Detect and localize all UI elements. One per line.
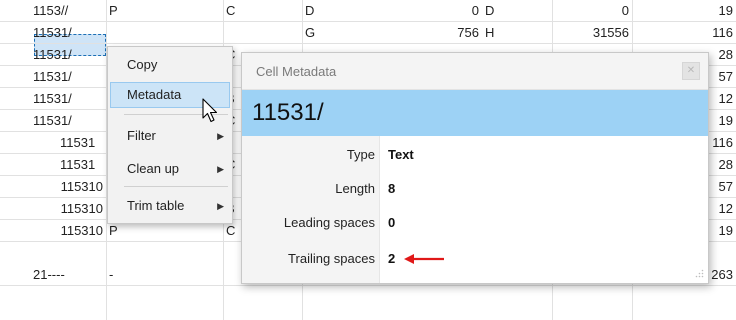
panel-title: Cell Metadata [256,64,337,79]
table-row[interactable]: 11531/ G 756 H 31556 116 [0,22,736,44]
grid-cell[interactable]: 11531/ [30,88,106,110]
grid-cell[interactable]: 1153// [30,0,106,22]
grid-cell[interactable]: - [106,264,223,286]
table-row[interactable]: 1153// P C 0 D 0 19 D [0,0,736,22]
menu-item-label: Clean up [127,161,180,176]
grid-cell[interactable]: 11531/ [30,44,106,66]
menu-item-trim-table[interactable]: Trim table ▶ [110,193,230,219]
close-icon[interactable]: ✕ [682,62,700,80]
menu-item-label: Trim table [127,198,185,213]
red-arrow-icon [404,254,444,264]
metadata-row-trailing-spaces: Trailing spaces 2 [242,244,708,274]
menu-item-filter[interactable]: Filter ▶ [110,123,230,149]
mouse-pointer-icon [202,98,218,123]
metadata-row-type: Type Text [242,140,708,170]
cell-value-display: 11531/ [242,90,708,136]
metadata-row-length: Length 8 [242,174,708,204]
grid-cell[interactable]: 116 [632,22,736,44]
panel-header: Cell Metadata ✕ [242,53,708,90]
grid-cell[interactable]: 21---- [30,264,106,286]
grid-cell[interactable]: 31556 [552,22,632,44]
metadata-row-leading-spaces: Leading spaces 0 [242,208,708,238]
grid-cell[interactable]: 115310 [30,220,106,242]
menu-item-clean-up[interactable]: Clean up ▶ [110,156,230,182]
grid-cell[interactable]: 11531/ [30,110,106,132]
grid-cell[interactable]: 115310 [30,198,106,220]
grid-cell[interactable]: H [482,22,552,44]
metadata-value: 0 [388,215,396,230]
metadata-label: Type [346,147,375,162]
cell-metadata-panel: Cell Metadata ✕ 11531/ Type Text Length … [241,52,709,284]
submenu-arrow-icon: ▶ [217,201,224,211]
metadata-value: 8 [388,181,396,196]
metadata-label: Length [335,181,375,196]
menu-item-copy[interactable]: Copy [110,52,230,78]
menu-item-label: Metadata [127,87,182,102]
menu-item-label: Filter [127,128,156,143]
grid-cell[interactable]: D [302,0,342,22]
metadata-label: Trailing spaces [288,251,375,266]
grid-cell[interactable]: 0 [552,0,632,22]
metadata-value: Text [388,147,414,162]
metadata-value: 2 [388,251,396,266]
grid-cell[interactable]: 756 [302,22,482,44]
grid-cell[interactable]: 115310 [30,176,106,198]
grid-cell[interactable]: C [223,0,302,22]
grid-cell[interactable]: 11531 [30,154,106,176]
grid-cell[interactable]: P [106,0,223,22]
metadata-label: Leading spaces [283,215,375,230]
grid-cell[interactable]: D [482,0,552,22]
grid-cell[interactable]: 19 [632,0,736,22]
submenu-arrow-icon: ▶ [217,131,224,141]
menu-item-label: Copy [127,57,158,72]
context-menu: Copy Metadata Filter ▶ Clean up ▶ Trim t… [107,46,233,224]
submenu-arrow-icon: ▶ [217,164,224,174]
grid-cell[interactable]: 11531 [30,132,106,154]
menu-separator [124,186,228,187]
grid-cell[interactable]: 11531/ [30,66,106,88]
grid-cell[interactable]: 11531/ [30,22,106,44]
resize-grip-icon[interactable] [694,269,704,279]
metadata-table: Type Text Length 8 Leading spaces 0 Trai… [242,136,708,283]
